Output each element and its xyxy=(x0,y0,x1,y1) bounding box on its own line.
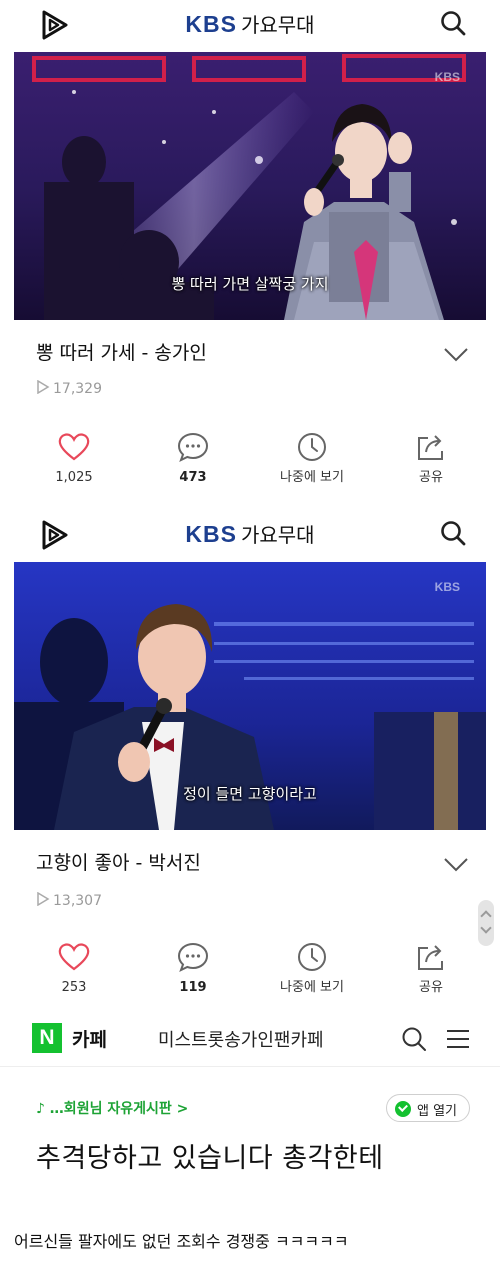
post-title: 추격당하고 있습니다 총각한테 xyxy=(36,1143,384,1174)
scrollbar-handle[interactable] xyxy=(478,900,494,946)
like-count: 253 xyxy=(61,980,87,995)
clock-icon xyxy=(298,943,326,971)
app-open-label: 앱 열기 xyxy=(417,1104,458,1119)
video-title-row[interactable]: 고향이 좋아 - 박서진 xyxy=(36,848,470,884)
share-label: 공유 xyxy=(419,980,443,995)
comment-button[interactable]: 119 xyxy=(148,940,238,998)
share-icon xyxy=(418,945,443,970)
naver-logo[interactable]: N xyxy=(32,1023,62,1053)
video-title: 고향이 좋아 - 박서진 xyxy=(36,852,201,874)
comment-count: 119 xyxy=(179,980,207,995)
action-bar: 253 119 나중에 보기 공유 xyxy=(24,940,476,1006)
like-button[interactable]: 253 xyxy=(29,940,119,998)
video-subtitle: 정이 들면 고향이라고 xyxy=(183,785,317,803)
brand-show: 가요무대 xyxy=(240,523,315,547)
board-breadcrumb[interactable]: ♪ …회원님 자유게시판 > xyxy=(36,1098,188,1118)
cafe-header: N 카페 미스트롯송가인팬카페 xyxy=(0,1015,500,1067)
menu-icon[interactable] xyxy=(446,1028,470,1050)
brand-kbs: KBS xyxy=(185,521,237,547)
view-count-value: 13,307 xyxy=(53,893,102,909)
share-button[interactable]: 공유 xyxy=(386,940,476,998)
watch-later-label: 나중에 보기 xyxy=(280,980,344,995)
video-watermark: KBS xyxy=(434,580,460,594)
search-icon[interactable] xyxy=(399,1024,429,1054)
app-header: KBS 가요무대 xyxy=(0,510,500,562)
app-open-button[interactable]: 앱 열기 xyxy=(386,1094,470,1122)
cafe-label[interactable]: 카페 xyxy=(72,1025,107,1052)
heart-icon xyxy=(58,943,90,971)
search-icon[interactable] xyxy=(436,516,470,550)
check-icon xyxy=(395,1101,411,1117)
play-small-icon xyxy=(37,891,50,907)
view-count: 13,307 xyxy=(36,891,102,909)
video-player[interactable]: KBS 정이 들면 고향이라고 xyxy=(14,562,486,830)
video-card-2: KBS 가요무대 KBS 정이 들면 고향이라고 고향이 좋아 - 박서진 13… xyxy=(0,0,500,995)
page-title: KBS 가요무대 xyxy=(0,520,500,550)
caption-text: 어르신들 팔자에도 없던 조회수 경쟁중 ㅋㅋㅋㅋㅋ xyxy=(14,1232,349,1251)
cafe-name[interactable]: 미스트롯송가인팬카페 xyxy=(158,1026,324,1052)
chevron-down-icon[interactable] xyxy=(442,852,470,876)
comment-icon xyxy=(177,942,209,972)
watch-later-button[interactable]: 나중에 보기 xyxy=(267,940,357,998)
